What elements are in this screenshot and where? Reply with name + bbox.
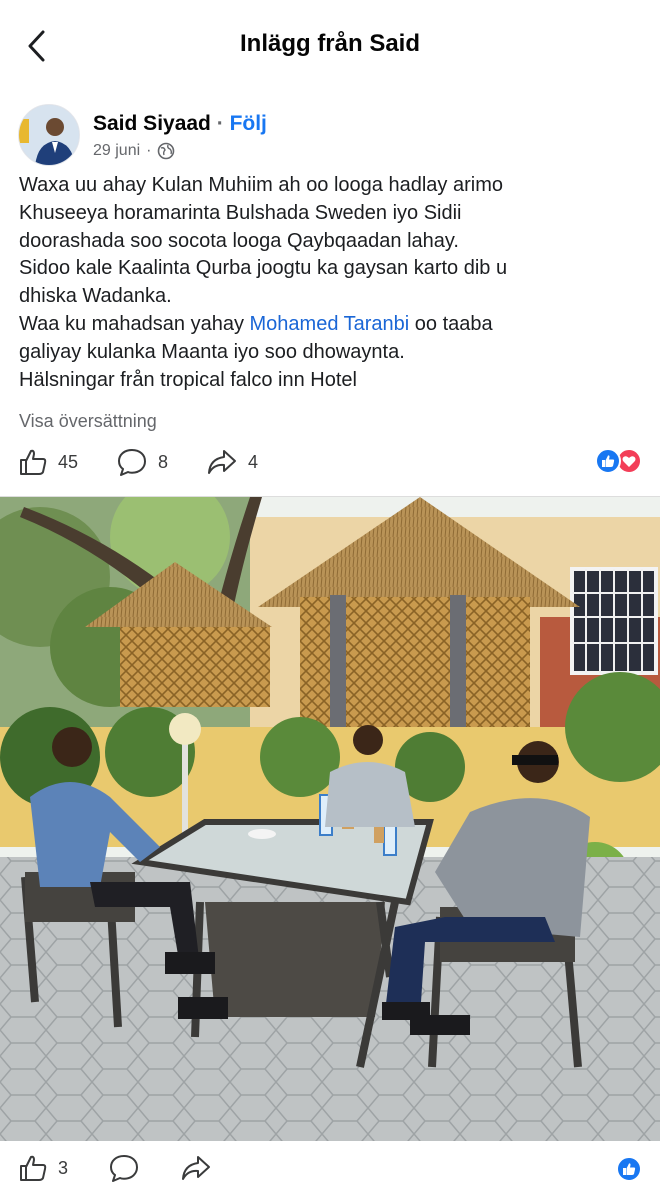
photo-like-button[interactable]: 3 bbox=[18, 1153, 68, 1183]
post-line: Waxa uu ahay Kulan Muhiim ah oo looga ha… bbox=[19, 174, 503, 196]
comment-count: 8 bbox=[158, 451, 169, 472]
thumbs-up-icon bbox=[20, 449, 47, 475]
post-actions: 45 8 4 bbox=[18, 444, 642, 480]
photo-comment-button[interactable] bbox=[108, 1153, 140, 1183]
post-line: Waa ku mahadsan yahay Mohamed Taranbi oo… bbox=[19, 311, 641, 339]
avatar[interactable] bbox=[18, 104, 80, 166]
share-button[interactable]: 4 bbox=[206, 447, 258, 477]
share-icon bbox=[182, 1156, 211, 1180]
like-reaction-icon[interactable] bbox=[616, 1156, 642, 1182]
post-line: dhiska Wadanka. bbox=[19, 285, 172, 308]
post-body: Waxa uu ahay Kulan Muhiim ah oo looga ha… bbox=[19, 172, 641, 394]
post-date[interactable]: 29 juni bbox=[93, 142, 140, 160]
post-photo[interactable] bbox=[0, 496, 660, 1141]
meta-separator: · bbox=[146, 142, 152, 159]
share-count: 4 bbox=[248, 451, 259, 472]
post-meta: 29 juni · bbox=[93, 142, 175, 160]
comment-button[interactable]: 8 bbox=[116, 447, 168, 477]
post-line: Khuseeya horamarinta Bulshada Sweden iyo… bbox=[19, 201, 462, 224]
photo-like-count: 3 bbox=[58, 1157, 69, 1178]
follow-button[interactable]: Följ bbox=[230, 112, 267, 135]
page-title: Inlägg från Said bbox=[239, 30, 421, 57]
post-text-fragment: oo taaba bbox=[409, 312, 493, 335]
top-bar: Inlägg från Said bbox=[0, 0, 660, 90]
like-button[interactable]: 45 bbox=[18, 447, 78, 477]
post-text-fragment: Waa ku mahadsan yahay bbox=[19, 312, 250, 335]
reaction-summary[interactable] bbox=[595, 448, 642, 474]
mention-link[interactable]: Mohamed Taranbi bbox=[250, 313, 410, 335]
post-line: Sidoo kale Kaalinta Qurba joogtu ka gays… bbox=[19, 257, 508, 280]
photo-share-button[interactable] bbox=[180, 1153, 212, 1183]
post-header: Said Siyaad · Följ 29 juni · bbox=[18, 104, 642, 168]
post-line: doorashada soo socota looga Qaybqaadan l… bbox=[19, 229, 459, 252]
comment-icon bbox=[118, 449, 147, 476]
globe-icon bbox=[158, 142, 175, 160]
like-reaction-icon bbox=[595, 448, 621, 474]
author-name[interactable]: Said Siyaad bbox=[93, 112, 211, 135]
name-separator: · bbox=[210, 112, 230, 135]
see-translation-link[interactable]: Visa översättning bbox=[19, 411, 157, 432]
thumbs-up-icon bbox=[20, 1155, 47, 1181]
like-count: 45 bbox=[58, 451, 79, 472]
post-line: galiyay kulanka Maanta iyo soo dhowaynta… bbox=[19, 340, 405, 363]
post-line: Hälsningar från tropical falco inn Hotel bbox=[19, 368, 357, 391]
share-icon bbox=[208, 450, 237, 474]
author-line: Said Siyaad · Följ bbox=[93, 112, 267, 136]
photo-actions: 3 bbox=[18, 1146, 642, 1190]
comment-icon bbox=[110, 1155, 139, 1182]
